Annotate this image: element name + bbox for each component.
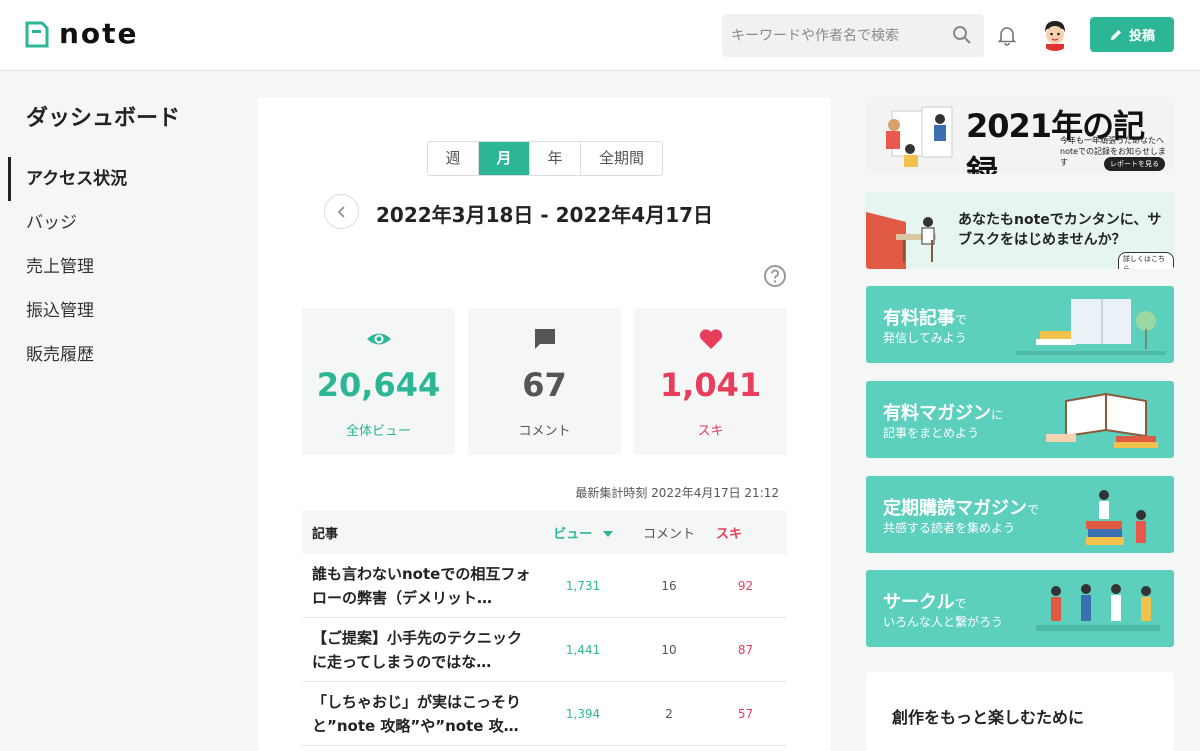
article-likes: 87	[737, 642, 754, 657]
subscription-magazine-sub: 共感する読者を集めよう	[883, 521, 1016, 535]
avatar[interactable]	[1038, 17, 1072, 51]
period-tabs: 週 月 年 全期間	[427, 141, 663, 176]
dashboard-panel: 週 月 年 全期間 2022年3月18日 - 2022年4月17日 20,644…	[258, 97, 831, 751]
bell-icon[interactable]	[996, 24, 1018, 46]
pencil-icon	[1110, 29, 1121, 40]
sort-down-icon	[602, 531, 613, 537]
table-row[interactable]: 誰も言わないnoteでの相互フォローの弊害（デメリット… 1,731 16 92	[302, 554, 787, 618]
paid-magazine-sub: 記事をまとめよう	[883, 426, 980, 440]
article-views: 1,731	[565, 578, 601, 593]
col-comments[interactable]: コメント	[634, 523, 704, 542]
banner-subscription-magazine[interactable]: 定期購読マガジンで 共感する読者を集めよう	[866, 476, 1174, 553]
col-title: 記事	[312, 527, 339, 542]
col-views-label: ビュー	[553, 527, 593, 542]
likes-value: 1,041	[659, 366, 762, 404]
books-illustration	[1016, 299, 1166, 355]
table-row[interactable]: 「しちゃおじ」が実はこっそりと”note 攻略”や”note 攻… 1,394 …	[302, 682, 787, 746]
banner-circle[interactable]: サークルで いろんな人と繋がろう	[866, 570, 1174, 647]
heart-icon	[699, 329, 723, 349]
last-updated: 最新集計時刻 2022年4月17日 21:12	[575, 486, 779, 500]
article-comments: 2	[665, 706, 673, 721]
chevron-left-icon	[337, 205, 345, 218]
articles-table: 記事 ビュー コメント スキ 誰も言わないnoteでの相互フォローの弊害（デメリ…	[302, 511, 787, 746]
comments-value: 67	[522, 366, 567, 404]
article-likes: 92	[737, 578, 754, 593]
eye-icon	[367, 333, 391, 345]
previous-period-button[interactable]	[324, 194, 359, 229]
magazine-illustration	[1046, 392, 1158, 448]
subscription-banner-title: あなたもnoteでカンタンに、サブスクをはじめませんか？	[958, 212, 1162, 248]
likes-label: スキ	[697, 424, 724, 439]
col-views[interactable]: ビュー	[532, 523, 634, 542]
views-value: 20,644	[316, 366, 441, 404]
search-icon[interactable]	[952, 25, 972, 45]
subscription-illustration	[866, 212, 936, 269]
sidebar-item-sales[interactable]: 売上管理	[0, 245, 220, 289]
tab-year[interactable]: 年	[530, 142, 581, 175]
logo-text: note	[59, 17, 139, 50]
article-comments: 10	[661, 642, 677, 657]
article-views: 1,441	[565, 642, 601, 657]
sidebar-nav: アクセス状況 バッジ 売上管理 振込管理 販売履歴	[0, 157, 220, 377]
banner-paid-magazine[interactable]: 有料マガジンに 記事をまとめよう	[866, 381, 1174, 458]
table-row[interactable]: 【ご提案】小手先のテクニックに走ってしまうのではな… 1,441 10 87	[302, 618, 787, 682]
post-button[interactable]: 投稿	[1090, 17, 1174, 52]
record-report-button[interactable]: レポートを見る	[1104, 157, 1165, 171]
note-logo[interactable]: note	[25, 20, 139, 48]
article-title[interactable]: 【ご提案】小手先のテクニックに走ってしまうのではな…	[302, 626, 532, 674]
sidebar-item-transfers[interactable]: 振込管理	[0, 289, 220, 333]
comment-icon	[535, 329, 555, 349]
sidebar-title: ダッシュボード	[26, 106, 181, 131]
stat-card-comments: 67 コメント	[468, 308, 621, 455]
tab-all-time[interactable]: 全期間	[581, 142, 662, 175]
help-icon[interactable]	[763, 264, 787, 288]
paid-article-sub: 発信してみよう	[883, 331, 967, 345]
stat-card-likes: 1,041 スキ	[634, 308, 787, 455]
table-header: 記事 ビュー コメント スキ	[302, 511, 787, 554]
circle-sub: いろんな人と繋がろう	[883, 615, 1004, 629]
subscription-more-button[interactable]: 詳しくはこちら	[1118, 252, 1174, 269]
paid-magazine-title: 有料マガジンに	[883, 403, 1004, 424]
tab-week[interactable]: 週	[428, 142, 479, 175]
paid-article-title: 有料記事で	[883, 308, 968, 329]
people-illustration	[1036, 584, 1160, 631]
date-range: 2022年3月18日 - 2022年4月17日	[376, 203, 714, 227]
article-comments: 16	[661, 578, 677, 593]
banner-subscription[interactable]: あなたもnoteでカンタンに、サブスクをはじめませんか？ 詳しくはこちら	[866, 192, 1174, 269]
sidebar-item-history[interactable]: 販売履歴	[0, 333, 220, 377]
note-logo-icon	[25, 21, 49, 47]
readers-illustration	[1086, 490, 1146, 545]
top-header: note 投稿	[0, 0, 1200, 71]
stat-card-views: 20,644 全体ビュー	[302, 308, 455, 455]
enjoy-creation-card: 創作をもっと楽しむために	[866, 672, 1174, 751]
col-likes[interactable]: スキ	[704, 523, 787, 542]
post-button-label: 投稿	[1128, 29, 1155, 44]
sidebar-item-access[interactable]: アクセス状況	[0, 157, 220, 201]
comments-label: コメント	[518, 424, 571, 439]
article-likes: 57	[737, 706, 754, 721]
banner-2021-record[interactable]: 2021年の記録 今年も一年頑張ったあなたへ noteでの記録をお知らせします …	[866, 97, 1174, 174]
tab-month[interactable]: 月	[479, 142, 530, 175]
record-illustration	[886, 106, 953, 167]
search-input[interactable]	[731, 27, 941, 44]
article-views: 1,394	[565, 706, 601, 721]
article-title[interactable]: 誰も言わないnoteでの相互フォローの弊害（デメリット…	[302, 562, 532, 610]
banner-paid-article[interactable]: 有料記事で 発信してみよう	[866, 286, 1174, 363]
circle-title: サークルで	[883, 592, 967, 613]
views-label: 全体ビュー	[345, 424, 411, 439]
article-title[interactable]: 「しちゃおじ」が実はこっそりと”note 攻略”や”note 攻…	[302, 690, 532, 738]
search-box[interactable]	[722, 14, 984, 57]
enjoy-creation-title: 創作をもっと楽しむために	[892, 708, 1085, 727]
sidebar-item-badges[interactable]: バッジ	[0, 201, 220, 245]
